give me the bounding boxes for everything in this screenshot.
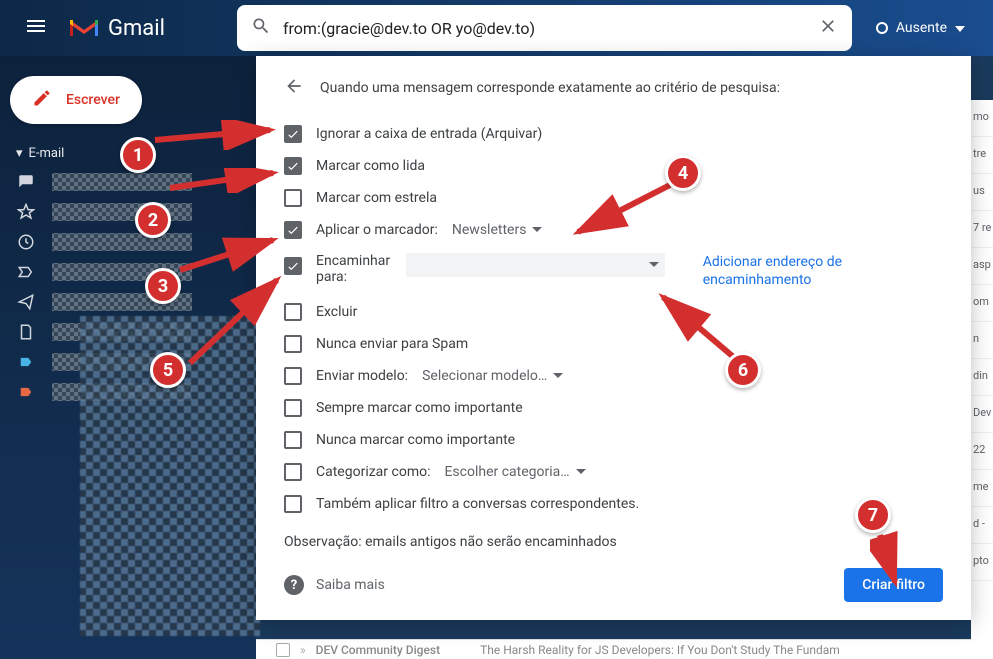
- template-dropdown[interactable]: Selecionar modelo…: [422, 368, 563, 384]
- clear-search-icon[interactable]: [818, 16, 838, 40]
- option-label: Nunca marcar como importante: [316, 432, 515, 448]
- sent-icon: [16, 292, 36, 312]
- option-never-important[interactable]: Nunca marcar como importante: [284, 424, 943, 456]
- inbox-icon: [16, 172, 36, 192]
- checkbox-icon[interactable]: [284, 495, 302, 513]
- option-label: Encaminhar para:: [316, 253, 392, 285]
- search-input[interactable]: [283, 19, 806, 38]
- learn-more-link[interactable]: ? Saiba mais: [284, 575, 385, 595]
- option-forward[interactable]: Encaminhar para: Adicionar endereço de e…: [284, 246, 943, 296]
- checkbox-icon[interactable]: [284, 463, 302, 481]
- sidebar-item-label: [52, 173, 192, 191]
- hamburger-menu-icon[interactable]: [16, 6, 56, 50]
- option-label: Enviar modelo:: [316, 368, 408, 384]
- forward-address-dropdown[interactable]: [406, 253, 664, 277]
- checkbox-icon[interactable]: [284, 431, 302, 449]
- add-forwarding-link[interactable]: Adicionar endereço de encaminhamento: [703, 253, 943, 289]
- option-label: Excluir: [316, 304, 357, 320]
- label-icon: [16, 352, 36, 372]
- sidebar-item-starred[interactable]: [0, 197, 256, 227]
- filter-create-panel: Quando uma mensagem corresponde exatamen…: [256, 56, 971, 620]
- pencil-icon: [32, 88, 52, 112]
- option-skip-inbox[interactable]: Ignorar a caixa de entrada (Arquivar): [284, 118, 943, 150]
- option-mark-read[interactable]: Marcar como lida: [284, 150, 943, 182]
- checkbox-icon[interactable]: [284, 257, 302, 275]
- search-icon[interactable]: [251, 16, 271, 40]
- option-label: Marcar como lida: [316, 158, 425, 174]
- status-label: Ausente: [896, 20, 947, 36]
- option-categorize[interactable]: Categorizar como: Escolher categoria…: [284, 456, 943, 488]
- option-apply-existing[interactable]: Também aplicar filtro a conversas corres…: [284, 488, 943, 520]
- important-icon[interactable]: »: [300, 643, 306, 657]
- label-dropdown[interactable]: Newsletters: [452, 222, 543, 238]
- sidebar-item-label: [52, 293, 192, 311]
- subject: The Harsh Reality for JS Developers: If …: [480, 643, 840, 657]
- sidebar-item-important[interactable]: [0, 257, 256, 287]
- checkbox-icon[interactable]: [284, 335, 302, 353]
- gmail-logo[interactable]: Gmail: [68, 16, 165, 41]
- option-never-spam[interactable]: Nunca enviar para Spam: [284, 328, 943, 360]
- help-icon: ?: [284, 575, 304, 595]
- create-filter-button[interactable]: Criar filtro: [844, 568, 943, 602]
- status-indicator-icon: [876, 22, 888, 34]
- chevron-down-icon: [553, 373, 563, 383]
- checkbox-icon[interactable]: [276, 643, 290, 657]
- checkbox-icon[interactable]: [284, 157, 302, 175]
- checkbox-icon[interactable]: [284, 399, 302, 417]
- checkbox-icon[interactable]: [284, 125, 302, 143]
- chevron-down-icon: [649, 262, 659, 272]
- category-dropdown[interactable]: Escolher categoria…: [444, 464, 585, 480]
- file-icon: [16, 322, 36, 342]
- app-header: Gmail Ausente: [0, 0, 993, 56]
- chevron-down-icon: [576, 469, 586, 479]
- label-icon: [16, 382, 36, 402]
- background-image: [80, 316, 260, 636]
- clock-icon: [16, 232, 36, 252]
- checkbox-icon[interactable]: [284, 189, 302, 207]
- sidebar: Escrever ▾ E-mail: [0, 56, 256, 659]
- presence-status[interactable]: Ausente: [864, 20, 977, 36]
- search-bar[interactable]: [237, 5, 852, 51]
- option-label: Ignorar a caixa de entrada (Arquivar): [316, 126, 542, 142]
- mail-list-peek: motreus7 reaspomndinDev22med -pto: [971, 100, 993, 659]
- panel-title: Quando uma mensagem corresponde exatamen…: [320, 80, 780, 96]
- option-apply-label[interactable]: Aplicar o marcador: Newsletters: [284, 214, 943, 246]
- option-label: Sempre marcar como importante: [316, 400, 523, 416]
- sender: DEV Community Digest: [316, 643, 440, 657]
- checkbox-icon[interactable]: [284, 221, 302, 239]
- option-label: Nunca enviar para Spam: [316, 336, 468, 352]
- option-label: Categorizar como:: [316, 464, 430, 480]
- option-delete[interactable]: Excluir: [284, 296, 943, 328]
- compose-label: Escrever: [66, 92, 120, 108]
- sidebar-section-email[interactable]: ▾ E-mail: [0, 140, 256, 167]
- option-always-important[interactable]: Sempre marcar como importante: [284, 392, 943, 424]
- option-star[interactable]: Marcar com estrela: [284, 182, 943, 214]
- sidebar-item-label: [52, 233, 192, 251]
- sidebar-item-snoozed[interactable]: [0, 227, 256, 257]
- compose-button[interactable]: Escrever: [10, 76, 142, 124]
- star-icon: [16, 202, 36, 222]
- sidebar-item-label: [52, 203, 192, 221]
- panel-note: Observação: emails antigos não serão enc…: [284, 534, 943, 550]
- checkbox-icon[interactable]: [284, 303, 302, 321]
- sidebar-item-sent[interactable]: [0, 287, 256, 317]
- option-label: Também aplicar filtro a conversas corres…: [316, 496, 639, 512]
- app-name: Gmail: [108, 16, 165, 41]
- chevron-down-icon: [955, 20, 965, 36]
- sidebar-item-label: [52, 263, 192, 281]
- option-label: Aplicar o marcador:: [316, 222, 438, 238]
- option-label: Marcar com estrela: [316, 190, 437, 206]
- back-arrow-icon[interactable]: [284, 76, 304, 100]
- sidebar-item-inbox[interactable]: [0, 167, 256, 197]
- chevron-down-icon: [532, 227, 542, 237]
- chevron-down-icon: ▾: [16, 146, 23, 161]
- checkbox-icon[interactable]: [284, 367, 302, 385]
- important-icon: [16, 262, 36, 282]
- option-send-template[interactable]: Enviar modelo: Selecionar modelo…: [284, 360, 943, 392]
- mail-row-peek[interactable]: » DEV Community Digest The Harsh Reality…: [256, 639, 971, 659]
